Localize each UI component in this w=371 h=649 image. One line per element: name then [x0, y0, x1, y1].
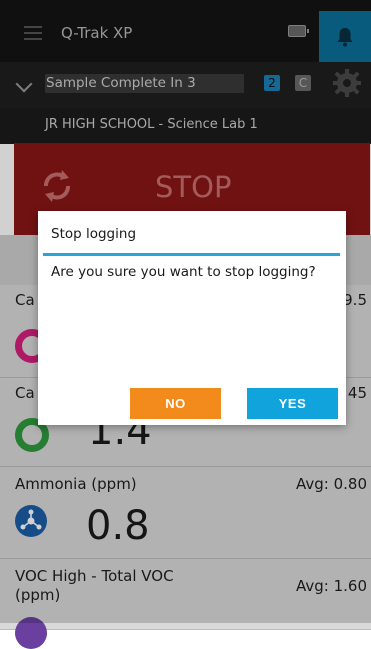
dialog-message: Are you sure you want to stop logging?	[51, 264, 316, 280]
stop-logging-dialog: Stop logging Are you sure you want to st…	[38, 211, 346, 425]
dialog-title: Stop logging	[51, 226, 137, 242]
dialog-divider	[43, 253, 340, 256]
yes-button[interactable]: YES	[247, 388, 338, 419]
no-button[interactable]: NO	[130, 388, 221, 419]
